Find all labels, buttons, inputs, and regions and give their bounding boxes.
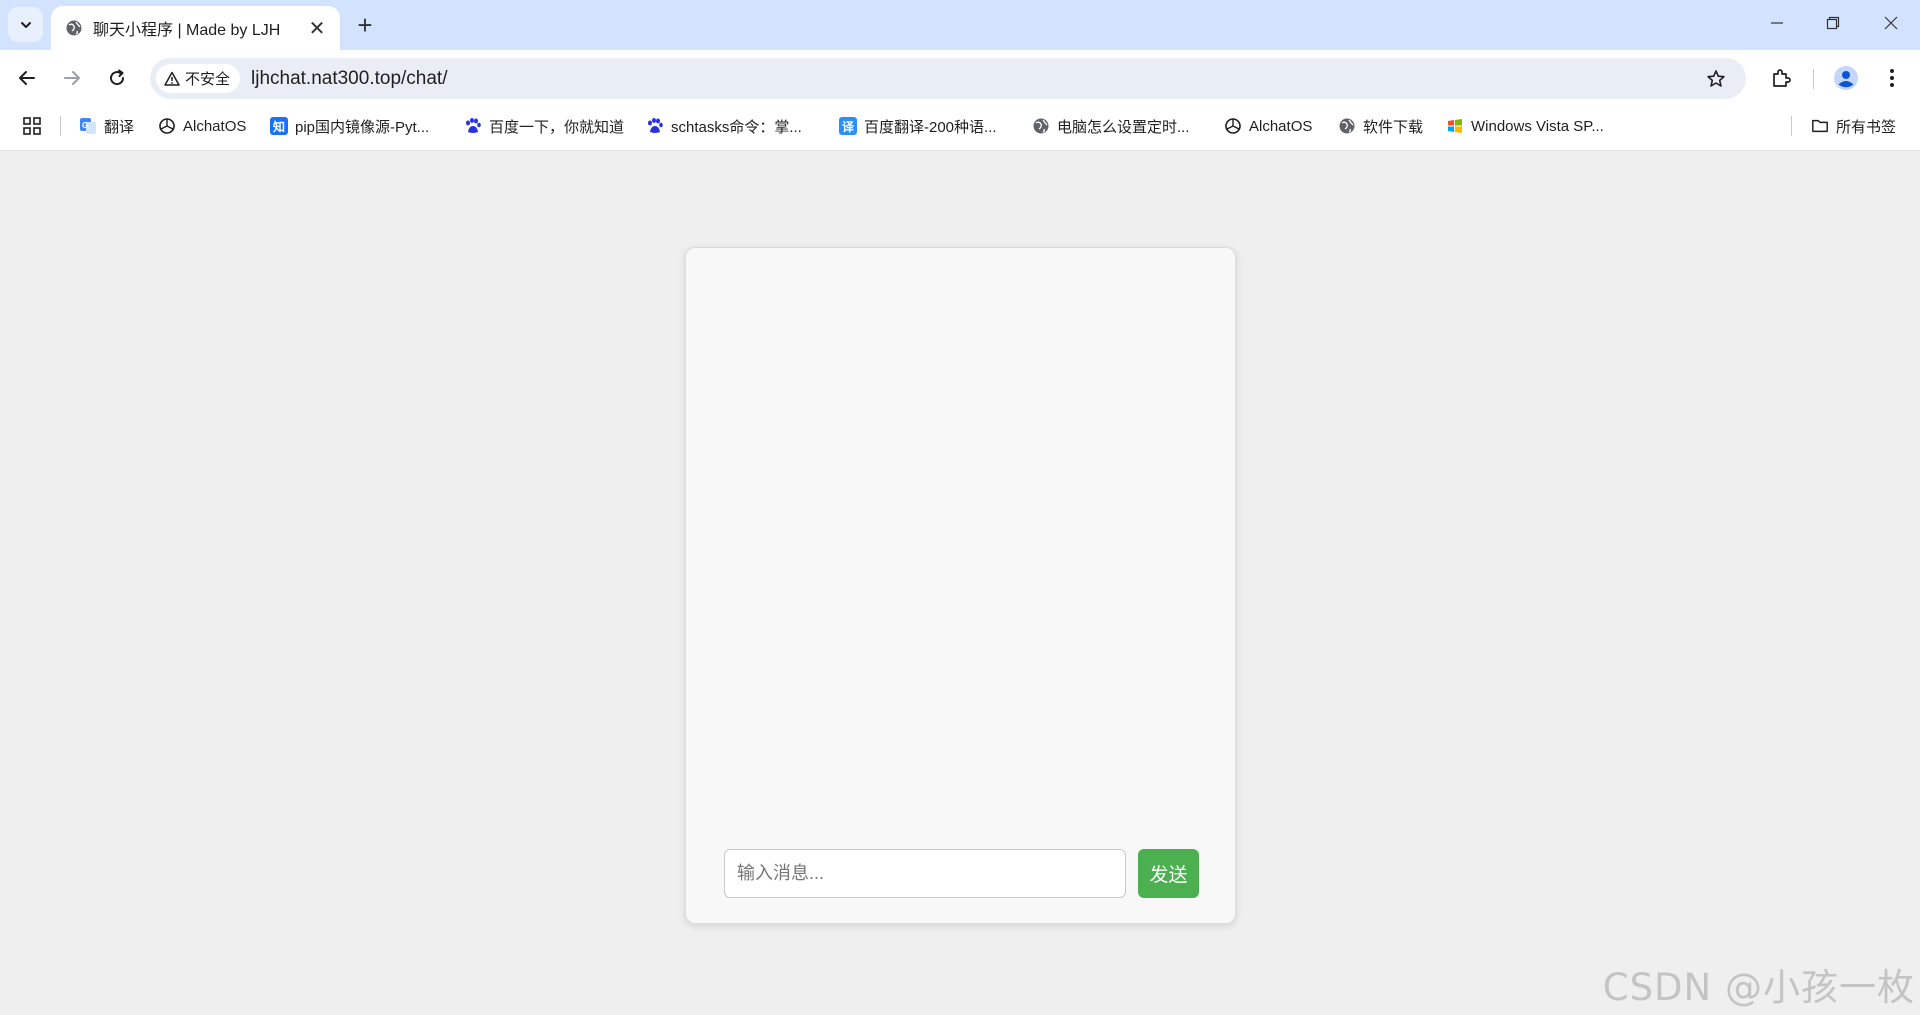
- bookmark-label: 软件下载: [1363, 118, 1424, 136]
- windows-icon: [1446, 117, 1464, 135]
- arrow-left-icon: [19, 71, 35, 85]
- google-translate-icon: G: [79, 117, 97, 135]
- reload-icon: [110, 69, 125, 86]
- baidu-icon: [464, 117, 482, 135]
- url-text[interactable]: ljhchat.nat300.top/chat/: [251, 58, 447, 99]
- extensions-button[interactable]: [1763, 60, 1799, 96]
- menu-button[interactable]: [1874, 60, 1910, 96]
- bookmark-label: 百度翻译-200种语...: [864, 118, 997, 136]
- bookmark-item[interactable]: 软件下载: [1338, 107, 1423, 145]
- baidu-translate-icon: 译: [839, 117, 857, 135]
- puzzle-icon: [1773, 69, 1791, 87]
- forward-button[interactable]: [54, 60, 90, 96]
- bookmark-item[interactable]: AlchatOS: [1224, 107, 1312, 145]
- folder-icon: [1811, 117, 1829, 135]
- chat-container: 发送: [685, 247, 1236, 924]
- globe-icon: [1338, 117, 1356, 135]
- bookmarks-bar: G 翻译 AlchatOS 知 pip国内镜像源-Pyt... 百度一下，你就知…: [0, 107, 1920, 151]
- restore-button[interactable]: [1804, 0, 1862, 46]
- bookmark-item[interactable]: schtasks命令：掌...: [646, 107, 802, 145]
- minimize-icon: [1771, 22, 1783, 24]
- bookmark-label: pip国内镜像源-Pyt...: [295, 118, 430, 136]
- zhihu-icon: 知: [270, 117, 288, 135]
- bookmark-item[interactable]: 知 pip国内镜像源-Pyt...: [270, 107, 429, 145]
- bookmark-star-button[interactable]: [1704, 67, 1728, 91]
- bookmark-item[interactable]: 电脑怎么设置定时...: [1032, 107, 1190, 145]
- toolbar-divider: [1813, 69, 1814, 89]
- minimize-button[interactable]: [1748, 0, 1806, 46]
- reload-button[interactable]: [99, 60, 135, 96]
- message-input[interactable]: [724, 849, 1126, 898]
- baidu-icon: [646, 117, 664, 135]
- tab-close-icon[interactable]: ✕: [306, 17, 328, 40]
- openai-icon: [158, 117, 176, 135]
- tab-strip: 聊天小程序 | Made by LJH ✕ +: [0, 0, 1920, 50]
- bookmark-label: AlchatOS: [183, 117, 247, 135]
- warning-icon: [164, 71, 180, 86]
- tab-search-button[interactable]: [8, 7, 43, 42]
- bookmarks-divider: [60, 116, 61, 136]
- apps-button[interactable]: [22, 107, 42, 145]
- security-indicator[interactable]: 不安全: [156, 64, 241, 93]
- address-bar[interactable]: 不安全 ljhchat.nat300.top/chat/: [150, 58, 1746, 99]
- globe-icon: [66, 20, 82, 36]
- browser-toolbar: 不安全 ljhchat.nat300.top/chat/: [0, 50, 1920, 107]
- all-bookmarks-button[interactable]: 所有书签: [1811, 107, 1896, 145]
- bookmarks-divider: [1791, 116, 1792, 136]
- profile-button[interactable]: [1828, 60, 1864, 96]
- star-icon: [1707, 70, 1725, 87]
- openai-icon: [1224, 117, 1242, 135]
- tab-title: 聊天小程序 | Made by LJH: [93, 22, 281, 39]
- chevron-down-icon: [20, 21, 31, 28]
- all-bookmarks-label: 所有书签: [1836, 118, 1897, 136]
- avatar-icon: [1834, 66, 1858, 90]
- bookmark-label: 电脑怎么设置定时...: [1057, 118, 1190, 136]
- bookmark-label: AlchatOS: [1249, 117, 1313, 135]
- close-window-button[interactable]: [1862, 0, 1920, 46]
- bookmark-label: 翻译: [104, 118, 135, 136]
- bookmark-item[interactable]: G 翻译: [79, 107, 134, 145]
- message-list: [706, 268, 1217, 828]
- more-vert-icon: [1890, 69, 1894, 87]
- arrow-right-icon: [64, 71, 80, 85]
- bookmark-item[interactable]: Windows Vista SP...: [1446, 107, 1604, 145]
- watermark: CSDN @小孩一枚: [1602, 966, 1915, 1009]
- apps-grid-icon: [23, 117, 41, 135]
- back-button[interactable]: [9, 60, 45, 96]
- tab-active[interactable]: 聊天小程序 | Made by LJH ✕: [51, 6, 340, 50]
- bookmark-item[interactable]: 百度一下，你就知道: [464, 107, 624, 145]
- security-label: 不安全: [185, 71, 231, 88]
- bookmark-item[interactable]: 译 百度翻译-200种语...: [839, 107, 997, 145]
- bookmark-label: Windows Vista SP...: [1471, 117, 1604, 135]
- bookmark-item[interactable]: AlchatOS: [158, 107, 246, 145]
- new-tab-button[interactable]: +: [350, 10, 380, 40]
- bookmark-label: 百度一下，你就知道: [489, 118, 625, 136]
- bookmark-label: schtasks命令：掌...: [671, 118, 802, 136]
- close-icon: [1884, 16, 1898, 30]
- restore-icon: [1826, 16, 1840, 30]
- svg-text:G: G: [82, 121, 88, 130]
- globe-icon: [1032, 117, 1050, 135]
- send-button[interactable]: 发送: [1138, 849, 1199, 898]
